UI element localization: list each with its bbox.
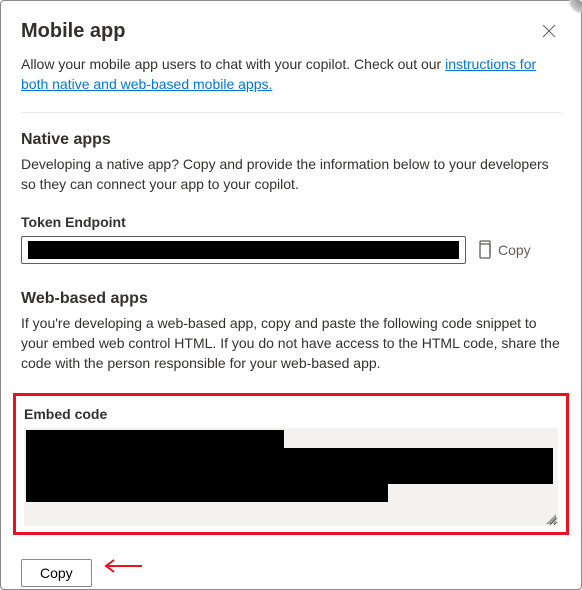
web-apps-desc: If you're developing a web-based app, co…: [21, 314, 561, 373]
native-apps-title: Native apps: [21, 131, 561, 149]
mobile-app-dialog: Mobile app Allow your mobile app users t…: [0, 0, 582, 590]
redacted-embed-line: [26, 430, 284, 448]
corner-decoration: [568, 0, 582, 14]
embed-code-textarea[interactable]: [24, 428, 558, 526]
redacted-embed-line: [26, 448, 553, 484]
token-endpoint-label: Token Endpoint: [21, 214, 561, 230]
intro-prefix: Allow your mobile app users to chat with…: [21, 56, 445, 72]
divider: [21, 112, 561, 113]
token-endpoint-input[interactable]: [21, 236, 466, 264]
intro-text: Allow your mobile app users to chat with…: [21, 55, 561, 94]
embed-highlight-box: Embed code: [13, 393, 569, 535]
close-icon: [542, 24, 556, 38]
redacted-token: [28, 241, 459, 259]
dialog-header: Mobile app: [21, 19, 561, 43]
copy-icon: [476, 240, 492, 260]
native-apps-desc: Developing a native app? Copy and provid…: [21, 155, 561, 194]
resize-grip-icon[interactable]: [546, 514, 556, 524]
dialog-title: Mobile app: [21, 20, 125, 43]
copy-embed-button[interactable]: Copy: [21, 559, 92, 587]
embed-code-label: Embed code: [24, 406, 558, 422]
token-row: Copy: [21, 236, 561, 264]
redacted-embed-line: [26, 484, 388, 502]
copy-token-button[interactable]: Copy: [476, 240, 531, 260]
copy-row: Copy: [21, 547, 561, 587]
annotation-arrow-icon: [102, 559, 142, 576]
close-button[interactable]: [537, 19, 561, 43]
web-apps-title: Web-based apps: [21, 290, 561, 308]
copy-token-label: Copy: [498, 242, 531, 258]
